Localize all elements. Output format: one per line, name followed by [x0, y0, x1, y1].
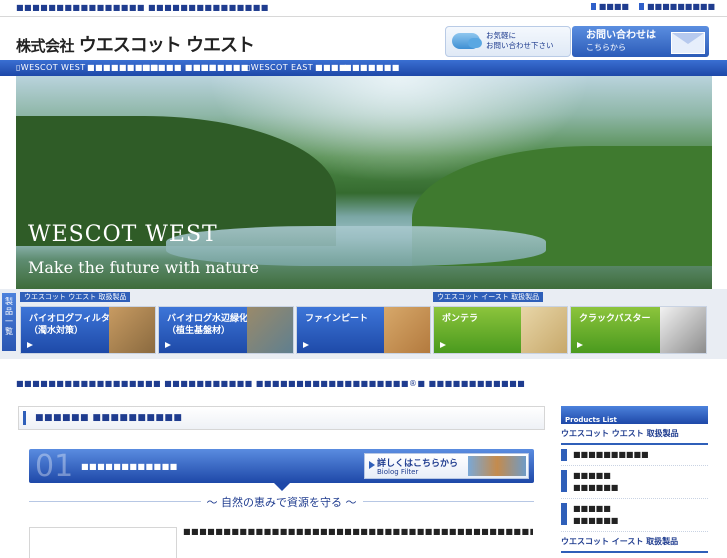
nav-item-6[interactable]: ■■■■ — [315, 63, 347, 72]
nav-item-wescot-east[interactable]: ▯WESCOT EAST — [246, 63, 313, 72]
speech-bubble-small-icon — [468, 38, 482, 48]
sidebar-item[interactable]: ■■■■■■■■■■ — [561, 445, 708, 466]
nav-item-4[interactable]: ■■■■■■■ — [193, 63, 249, 72]
top-link-1[interactable]: ■■■■ — [590, 2, 629, 11]
contact-button[interactable]: お問い合わせは こちらから — [572, 26, 709, 57]
site-tagline: ■■■■■■■■■■■■■■■■ ■■■■■■■■■■■■■■■ — [16, 3, 269, 12]
top-links: ■■■■ ■■■■■■■■■ — [590, 2, 715, 11]
section-header: ■■■■■■ ■■■■■■■■■■ — [18, 406, 545, 430]
product-fine-peat[interactable]: ファインピート — [296, 306, 431, 354]
product-thumbnail — [660, 307, 706, 353]
group-label-east: ウエスコット イースト 取扱製品 — [433, 292, 544, 302]
product-crack-buster[interactable]: クラックバスター — [570, 306, 707, 354]
hero-banner: WESCOT WEST Make the future with nature — [16, 76, 712, 289]
sidebar-group-west: ウエスコット ウエスト 取扱製品 — [561, 424, 708, 445]
top-link-2[interactable]: ■■■■■■■■■ — [638, 2, 715, 11]
section-marker — [23, 411, 26, 425]
hero-slogan: Make the future with nature — [28, 258, 259, 277]
site-header: 株式会社 ウエスコット ウエスト お気軽に お問い合わせ下さい お問い合わせは … — [0, 16, 727, 60]
arrow-right-icon — [165, 342, 171, 348]
product-image-card — [29, 527, 177, 558]
contact-invite-banner: お気軽に お問い合わせ下さい — [445, 26, 571, 57]
panel-pointer — [274, 483, 290, 491]
product-thumbnail — [468, 456, 526, 476]
product-thumbnail — [521, 307, 567, 353]
top-bar: ■■■■■■■■■■■■■■■■ ■■■■■■■■■■■■■■■ ■■■■ ■■… — [0, 0, 727, 16]
product-thumbnail — [247, 307, 293, 353]
panel-number: 01 — [35, 449, 74, 484]
nav-item-wescot-west[interactable]: ▯WESCOT WEST — [16, 63, 86, 72]
envelope-icon — [671, 32, 705, 54]
arrow-right-icon — [303, 342, 309, 348]
square-bullet-icon — [590, 3, 596, 10]
square-bullet-icon — [638, 3, 644, 10]
hero-brand: WESCOT WEST — [28, 222, 218, 247]
panel-body-text: ■■■■■■■■■■■■■■■■■■■■■■■■■■■■■■■■■■■■■■■■… — [183, 527, 533, 536]
product-thumbnail — [109, 307, 155, 353]
sidebar-group-east: ウエスコット イースト 取扱製品 — [561, 532, 708, 553]
nav-item-7[interactable]: ■■■■■■■ — [344, 63, 400, 72]
product-pontera[interactable]: ポンテラ — [433, 306, 568, 354]
main-nav: ▯WESCOT WEST ■■■■■■■■■ ■■■■■ ■■■■ ■■■■■■… — [0, 60, 727, 76]
product-biolog-filter[interactable]: バイオログフィルター （濁水対策） — [20, 306, 156, 354]
product-panel-01: 01 ■■■■■■■■■■■■ 詳しくはこちらから Biolog Filter — [29, 449, 534, 491]
company-logo[interactable]: 株式会社 ウエスコット ウエスト — [16, 31, 255, 57]
arrow-right-icon — [440, 342, 446, 348]
group-label-west: ウエスコット ウエスト 取扱製品 — [20, 292, 131, 302]
section-title: ■■■■■■ ■■■■■■■■■■ — [35, 413, 183, 423]
product-biolog-greening[interactable]: バイオログ水辺緑化 （植生基盤材） — [158, 306, 294, 354]
product-thumbnail — [384, 307, 430, 353]
panel-title: ■■■■■■■■■■■■ — [81, 462, 178, 471]
products-sidebar: Products List ウエスコット ウエスト 取扱製品 ■■■■■■■■■… — [561, 406, 708, 553]
sidebar-heading: Products List — [561, 406, 708, 424]
arrow-right-icon — [27, 342, 33, 348]
product-strip: 製品一覧 ウエスコット ウエスト 取扱製品 ウエスコット イースト 取扱製品 バ… — [0, 289, 727, 359]
product-list-tab[interactable]: 製品一覧 — [2, 293, 16, 351]
sidebar-item[interactable]: ■■■■■ ■■■■■■ — [561, 466, 708, 499]
arrow-right-icon — [577, 342, 583, 348]
sidebar-item[interactable]: ■■■■■ ■■■■■■ — [561, 499, 708, 532]
details-link-button[interactable]: 詳しくはこちらから Biolog Filter — [364, 453, 529, 479]
arrow-right-icon — [369, 461, 375, 469]
intro-text: ■■■■■■■■■■■■■■■■■■ ■■■■■■■■■■■ ■■■■■■■■■… — [16, 379, 526, 388]
panel-subtitle: ～ 自然の恵みで資源を守る ～ — [29, 494, 534, 510]
